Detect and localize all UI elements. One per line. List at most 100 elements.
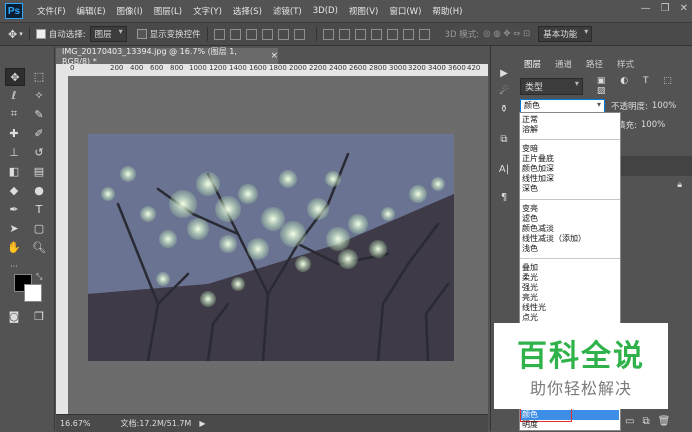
eraser-tool-icon[interactable]: ◧ [5,163,23,179]
show-transform-checkbox[interactable] [136,29,147,39]
align-bottom-icon[interactable] [245,28,257,40]
background-color-swatch[interactable] [24,284,42,302]
pen-tool-icon[interactable]: ✒ [5,201,23,217]
menu-image[interactable]: 图像(I) [117,5,143,17]
move-tool-icon[interactable]: ✥ [8,28,17,41]
status-menu-arrow[interactable]: ▶ [199,419,205,428]
blend-color-dodge[interactable]: 颜色减淡 [522,224,554,234]
paragraph-icon[interactable]: ¶ [496,190,512,204]
document-tab[interactable]: IMG_20170403_13394.jpg @ 16.7% (图层 1, RG… [56,47,278,66]
menu-type[interactable]: 文字(Y) [193,5,222,17]
screen-mode-icon[interactable]: ❐ [30,308,48,324]
move-tool-icon[interactable]: ✥ [5,68,25,86]
healing-brush-tool-icon[interactable]: ✚ [5,125,23,141]
filter-kind-dropdown[interactable]: 类型 [520,77,583,95]
character-icon[interactable]: A| [496,162,512,176]
filter-icons[interactable]: ▣ ◐ T ⬚ ▨ [597,76,690,96]
blend-lighter-color[interactable]: 浅色 [522,244,538,254]
brush-tool-icon[interactable]: ✐ [30,125,48,141]
zoom-tool-icon[interactable]: 🔍︎ [30,239,48,255]
align-left-icon[interactable] [261,28,273,40]
3d-orbit-icon[interactable]: ◎ ◍ ✥ ⇔ ⊡ [483,29,530,39]
new-layer-icon[interactable]: ⧉ [642,416,649,427]
clone-source-icon[interactable]: ⚱ [496,102,512,116]
blend-soft-light[interactable]: 柔光 [522,273,538,283]
clone-stamp-tool-icon[interactable]: ⊥ [5,144,23,160]
auto-select-dropdown[interactable]: 图层 [89,26,127,42]
new-group-icon[interactable]: ▭ [625,416,634,427]
align-top-icon[interactable] [213,28,225,40]
blend-multiply[interactable]: 正片叠底 [522,154,554,164]
distribute-bottom-icon[interactable] [354,28,366,40]
blend-pin-light[interactable]: 点光 [522,313,538,323]
distribute-center-icon[interactable] [386,28,398,40]
blend-linear-dodge[interactable]: 线性减淡（添加） [522,234,586,244]
blend-overlay[interactable]: 叠加 [522,263,538,273]
blend-lighten[interactable]: 变亮 [522,204,538,214]
delete-layer-icon[interactable]: 🗑︎ [658,416,671,427]
path-selection-tool-icon[interactable]: ➤ [5,220,23,236]
tab-paths[interactable]: 路径 [579,56,610,72]
blend-luminosity[interactable]: 明度 [522,420,538,430]
menu-3d[interactable]: 3D(D) [313,6,338,16]
restore-button[interactable]: ❐ [661,3,670,14]
distribute-left-icon[interactable] [370,28,382,40]
hand-tool-icon[interactable]: ✋ [5,239,23,255]
blend-vivid-light[interactable]: 亮光 [522,293,538,303]
fill-value[interactable]: 100% [641,120,665,130]
auto-align-icon[interactable] [418,28,430,40]
align-middle-icon[interactable] [229,28,241,40]
blend-linear-burn[interactable]: 线性加深 [522,174,554,184]
type-tool-icon[interactable]: T [30,201,48,217]
menu-help[interactable]: 帮助(H) [432,5,462,17]
menu-window[interactable]: 窗口(W) [389,5,421,17]
close-document-icon[interactable]: × [270,51,278,61]
layer-row[interactable] [620,156,692,176]
history-icon[interactable]: ⧉ [496,132,512,146]
align-right-icon[interactable] [293,28,305,40]
distribute-right-icon[interactable] [402,28,414,40]
tab-styles[interactable]: 样式 [610,56,641,72]
zoom-level[interactable]: 16.67% [60,419,91,428]
chevron-down-icon[interactable]: ▾ [19,30,23,38]
tab-channels[interactable]: 通道 [548,56,579,72]
distribute-top-icon[interactable] [322,28,334,40]
shape-tool-icon[interactable]: ▢ [30,220,48,236]
marquee-tool-icon[interactable]: ⬚ [30,68,48,84]
gradient-tool-icon[interactable]: ▤ [30,163,48,179]
blur-tool-icon[interactable]: ◆ [5,182,23,198]
blend-linear-light[interactable]: 线性光 [522,303,546,313]
eyedropper-tool-icon[interactable]: ✎ [30,106,48,122]
history-brush-tool-icon[interactable]: ↺ [30,144,48,160]
close-button[interactable]: ✕ [680,3,688,14]
quick-mask-icon[interactable]: ◙ [5,308,23,324]
blend-dissolve[interactable]: 溶解 [522,125,538,135]
blend-darker-color[interactable]: 深色 [522,184,538,194]
blend-mode-select[interactable]: 颜色 [520,99,605,113]
menu-layer[interactable]: 图层(L) [154,5,182,17]
align-center-icon[interactable] [277,28,289,40]
menu-file[interactable]: 文件(F) [37,5,66,17]
more-tools-icon[interactable]: ··· [5,258,23,274]
blend-darken[interactable]: 变暗 [522,144,538,154]
magic-wand-tool-icon[interactable]: ✧ [30,87,48,103]
menu-filter[interactable]: 滤镜(T) [273,5,302,17]
auto-select-checkbox[interactable] [35,29,46,39]
tab-layers[interactable]: 图层 [517,56,549,72]
crop-tool-icon[interactable]: ⌗ [5,106,23,122]
blend-normal[interactable]: 正常 [522,115,538,125]
blend-screen[interactable]: 滤色 [522,214,538,224]
brush-settings-icon[interactable]: ☄ [496,84,512,98]
opacity-value[interactable]: 100% [652,101,676,111]
minimize-button[interactable]: — [641,3,651,14]
swap-colors-icon[interactable]: ⤡ [36,272,42,282]
menu-select[interactable]: 选择(S) [233,5,262,17]
play-icon[interactable]: ▶ [496,66,512,80]
menu-view[interactable]: 视图(V) [349,5,378,17]
blend-hard-light[interactable]: 强光 [522,283,538,293]
dodge-tool-icon[interactable]: ● [30,182,48,198]
blend-color-burn[interactable]: 颜色加深 [522,164,554,174]
workspace-dropdown[interactable]: 基本功能 [538,26,593,42]
menu-edit[interactable]: 编辑(E) [77,5,106,17]
distribute-middle-icon[interactable] [338,28,350,40]
